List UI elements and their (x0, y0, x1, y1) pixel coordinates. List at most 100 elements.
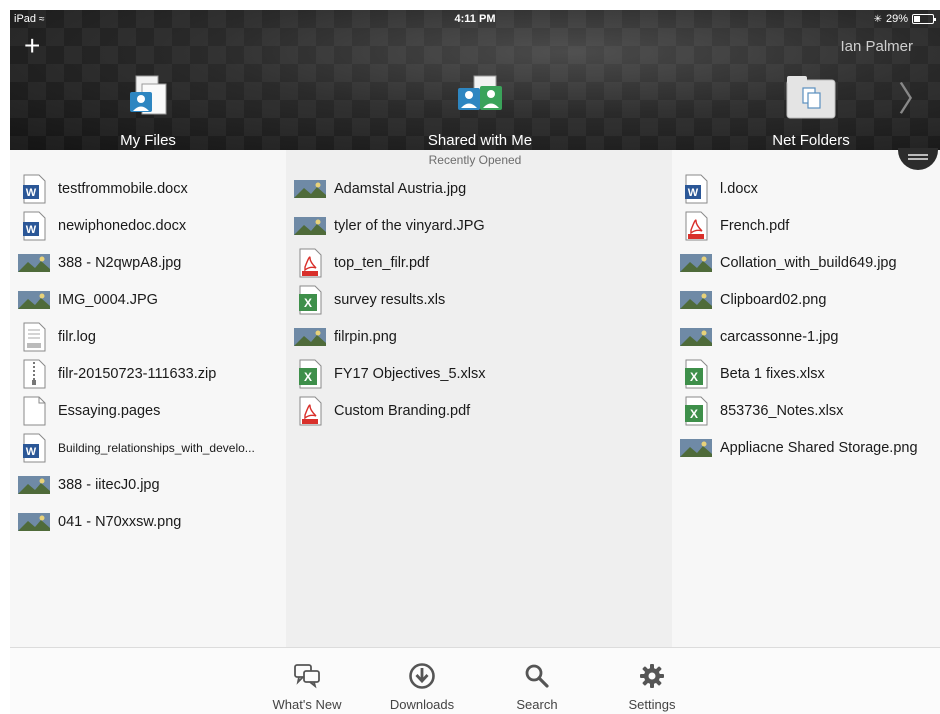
image-thumb-icon (18, 248, 50, 278)
text-file-icon (18, 322, 50, 352)
file-row[interactable]: W Building_relationships_with_develo... (18, 429, 255, 466)
file-name: l.docx (720, 180, 758, 197)
file-row[interactable]: Appliacne Shared Storage.png (680, 429, 918, 466)
file-row[interactable]: Wnewiphonedoc.docx (18, 207, 255, 244)
tile-net-folders[interactable]: Net Folders (711, 70, 911, 149)
plus-icon: + (24, 30, 41, 61)
bluetooth-icon: ✳ (873, 13, 882, 25)
tile-label: Net Folders (772, 132, 850, 149)
svg-text:X: X (304, 296, 312, 310)
pdf-icon (680, 211, 712, 241)
status-time: 4:11 PM (454, 13, 496, 25)
file-name: Custom Branding.pdf (334, 402, 471, 419)
battery-icon (912, 14, 936, 24)
search-icon (525, 664, 549, 688)
file-row[interactable]: carcassonne-1.jpg (680, 318, 918, 355)
tile-label: Shared with Me (427, 132, 533, 149)
file-name: filr-20150723-111633.zip (58, 365, 217, 382)
shared-with-me-icon (458, 75, 502, 110)
tab-downloads[interactable]: Downloads (372, 662, 472, 712)
word-icon: W (18, 211, 50, 241)
file-row[interactable]: 041 - N70xxsw.png (18, 503, 255, 540)
tile-shared-with-me[interactable]: Shared with Me (380, 70, 580, 149)
file-name: carcassonne-1.jpg (720, 328, 839, 345)
net-folders-icon (786, 76, 836, 119)
file-row[interactable]: Xsurvey results.xls (294, 281, 486, 318)
tab-search[interactable]: Search (487, 662, 587, 712)
word-icon: W (18, 174, 50, 204)
file-name: Appliacne Shared Storage.png (720, 439, 918, 456)
file-row[interactable]: Wtestfrommobile.docx (18, 170, 255, 207)
file-name: Clipboard02.png (720, 291, 827, 308)
file-name: filrpin.png (334, 328, 397, 345)
file-row[interactable]: French.pdf (680, 207, 918, 244)
file-row[interactable]: Essaying.pages (18, 392, 255, 429)
generic-file-icon (18, 396, 50, 426)
hamburger-line (908, 158, 928, 160)
file-name: tyler of the vinyard.JPG (334, 217, 485, 234)
svg-text:W: W (26, 187, 37, 199)
recent-column-middle: Adamstal Austria.jpg tyler of the vinyard… (294, 170, 486, 429)
file-name: testfrommobile.docx (58, 180, 188, 197)
image-thumb-icon (680, 285, 712, 315)
file-name: newiphonedoc.docx (58, 217, 187, 234)
tile-label: My Files (120, 132, 176, 149)
gear-icon (640, 664, 664, 688)
user-name[interactable]: Ian Palmer (840, 38, 913, 55)
file-row[interactable]: filr.log (18, 318, 255, 355)
file-name: 041 - N70xxsw.png (58, 513, 182, 530)
file-row[interactable]: X Beta 1 fixes.xlsx (680, 355, 918, 392)
pdf-icon (294, 248, 326, 278)
file-name: Collation_with_build649.jpg (720, 254, 897, 271)
download-icon (409, 663, 435, 689)
image-thumb-icon (680, 433, 712, 463)
excel-icon: X (294, 285, 326, 315)
svg-text:X: X (304, 370, 312, 384)
file-name: 388 - N2qwpA8.jpg (58, 254, 182, 271)
file-row[interactable]: X FY17 Objectives_5.xlsx (294, 355, 486, 392)
tab-label: What's New (272, 697, 342, 712)
file-name: Essaying.pages (58, 402, 161, 419)
file-row[interactable]: Clipboard02.png (680, 281, 918, 318)
tab-label: Settings (628, 697, 676, 712)
image-thumb-icon (18, 507, 50, 537)
image-thumb-icon (294, 174, 326, 204)
file-row[interactable]: tyler of the vinyard.JPG (294, 207, 486, 244)
file-row[interactable]: Adamstal Austria.jpg (294, 170, 486, 207)
battery-fill (914, 16, 920, 22)
file-row[interactable]: Custom Branding.pdf (294, 392, 486, 429)
file-name: French.pdf (720, 217, 790, 234)
file-row[interactable]: filr-20150723-111633.zip (18, 355, 255, 392)
excel-icon: X (680, 359, 712, 389)
recent-column-left: Wtestfrommobile.docx Wnewiphonedoc.docx 38… (18, 170, 255, 540)
file-row[interactable]: Collation_with_build649.jpg (680, 244, 918, 281)
file-row[interactable]: Wl.docx (680, 170, 918, 207)
file-name: 853736_Notes.xlsx (720, 402, 844, 419)
image-thumb-icon (680, 248, 712, 278)
zip-icon (18, 359, 50, 389)
file-row[interactable]: top_ten_filr.pdf (294, 244, 486, 281)
file-name: filr.log (58, 328, 96, 345)
image-thumb-icon (294, 322, 326, 352)
image-thumb-icon (18, 285, 50, 315)
tab-whats-new[interactable]: What's New (257, 662, 357, 712)
add-button[interactable]: + (24, 32, 40, 60)
file-row[interactable]: 388 - N2qwpA8.jpg (18, 244, 255, 281)
chevron-right-icon[interactable]: 〉 (898, 72, 932, 121)
file-row[interactable]: filrpin.png (294, 318, 486, 355)
recently-opened-panel: Recently Opened Wtestfrommobile.docx Wnew… (10, 148, 940, 647)
file-name: survey results.xls (334, 291, 446, 308)
recently-opened-title: Recently Opened (428, 153, 522, 167)
word-icon: W (680, 174, 712, 204)
file-row[interactable]: 388 - iitecJ0.jpg (18, 466, 255, 503)
file-row[interactable]: X 853736_Notes.xlsx (680, 392, 918, 429)
whats-new-icon (294, 664, 320, 689)
hamburger-line (908, 154, 928, 156)
tile-my-files[interactable]: My Files (48, 70, 248, 149)
svg-text:W: W (26, 224, 37, 236)
bottom-tab-bar: What's New Downloads Search Settings (10, 647, 940, 714)
word-icon: W (18, 433, 50, 463)
pdf-icon (294, 396, 326, 426)
tab-settings[interactable]: Settings (602, 662, 702, 712)
file-row[interactable]: IMG_0004.JPG (18, 281, 255, 318)
